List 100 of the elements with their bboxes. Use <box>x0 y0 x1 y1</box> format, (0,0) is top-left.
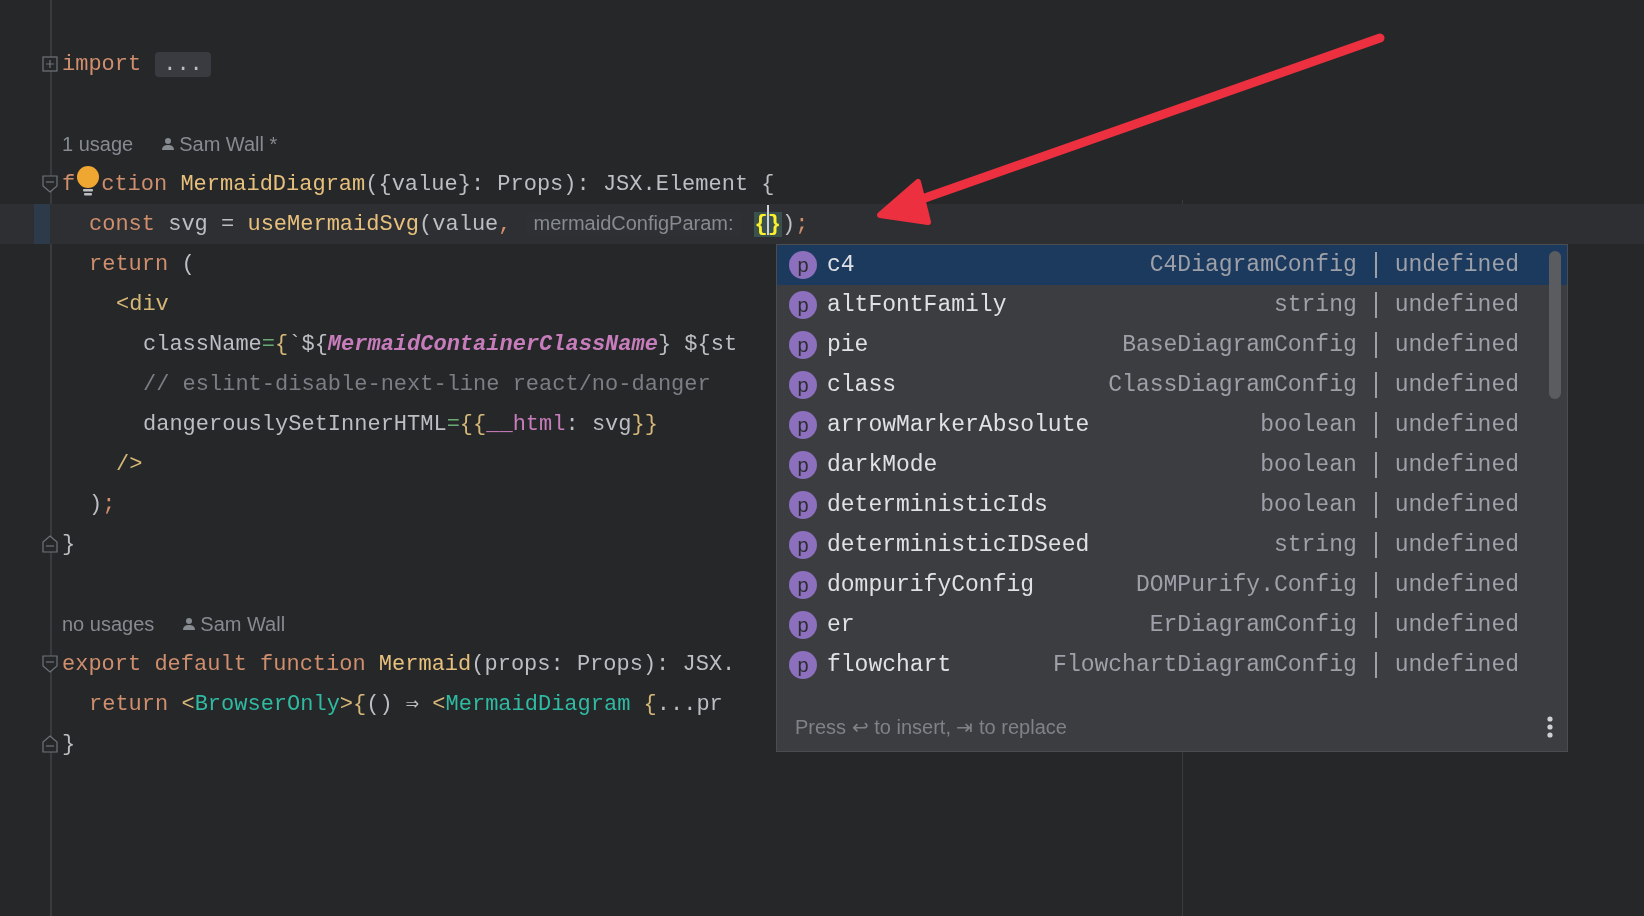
scrollbar[interactable] <box>1549 251 1561 399</box>
property-type: boolean <box>1260 450 1357 480</box>
property-type: C4DiagramConfig <box>1149 250 1357 280</box>
property-type: undefined <box>1394 650 1519 680</box>
brace: { <box>353 691 367 717</box>
completion-item[interactable]: p dompurifyConfig DOMPurify.Config undefined <box>777 565 1567 605</box>
collapse-icon[interactable] <box>42 655 58 673</box>
code-text: } <box>62 531 76 557</box>
code-text: svg = <box>167 211 236 237</box>
property-type: ClassDiagramConfig <box>1108 370 1357 400</box>
property-type: FlowchartDiagramConfig <box>1053 650 1357 680</box>
author-name[interactable]: Sam Wall <box>200 609 286 639</box>
brace: { <box>642 691 657 717</box>
property-kind-badge: p <box>789 411 817 439</box>
property-name: deterministicIDSeed <box>827 530 1090 560</box>
keyword: export default function <box>62 651 366 677</box>
keyword: ; <box>795 211 809 237</box>
property-kind-badge: p <box>789 611 817 639</box>
keyword: f <box>62 171 76 197</box>
property-type: undefined <box>1394 250 1519 280</box>
property-name: flowchart <box>827 650 952 680</box>
operator: = <box>446 411 460 437</box>
expand-icon[interactable] <box>42 56 58 72</box>
lightbulb-icon[interactable] <box>76 165 101 196</box>
code-text: dangerouslySetInnerHTML <box>143 411 447 437</box>
constant-name: MermaidContainerClassName <box>327 331 658 357</box>
keyword: ction <box>101 171 168 197</box>
keyword: return <box>89 691 169 717</box>
property-kind-badge: p <box>789 571 817 599</box>
property-name: class <box>827 370 896 400</box>
function-name: useMermaidSvg <box>247 211 420 237</box>
completion-hint: Press ↩ to insert, ⇥ to replace <box>795 715 1067 740</box>
collapse-icon[interactable] <box>42 735 58 753</box>
property-type: undefined <box>1394 530 1519 560</box>
property-type: string <box>1273 290 1357 320</box>
keyword: , <box>498 211 512 237</box>
jsx-tag: /> <box>116 451 143 477</box>
property-kind-badge: p <box>789 651 817 679</box>
function-name: Mermaid <box>377 651 472 677</box>
property-name: arrowMarkerAbsolute <box>827 410 1090 440</box>
code-text: } <box>62 731 76 757</box>
property-name: altFontFamily <box>827 290 1007 320</box>
jsx-tag: <div <box>116 291 169 317</box>
operator: = <box>261 331 276 357</box>
code-comment: // eslint-disable-next-line react/no-danger <box>143 371 711 397</box>
property-kind-badge: p <box>789 371 817 399</box>
completion-item[interactable]: p c4 C4DiagramConfig undefined <box>777 245 1567 285</box>
code-text: ) <box>782 211 796 237</box>
completion-item[interactable]: p class ClassDiagramConfig undefined <box>777 365 1567 405</box>
completion-item[interactable]: p flowchart FlowchartDiagramConfig undefined <box>777 645 1567 685</box>
jsx-tag: < <box>168 691 195 717</box>
completion-item[interactable]: p darkMode boolean undefined <box>777 445 1567 485</box>
completion-item[interactable]: p deterministicIDSeed string undefined <box>777 525 1567 565</box>
property-type: boolean <box>1260 490 1357 520</box>
property-kind-badge: p <box>789 451 817 479</box>
completion-item[interactable]: p er ErDiagramConfig undefined <box>777 605 1567 645</box>
property-name: dompurifyConfig <box>827 570 1035 600</box>
property-type: undefined <box>1394 490 1519 520</box>
component-name: BrowserOnly <box>194 691 340 717</box>
property-name: c4 <box>827 250 855 280</box>
property-kind-badge: p <box>789 491 817 519</box>
completion-item[interactable]: p deterministicIds boolean undefined <box>777 485 1567 525</box>
component-name: MermaidDiagram <box>445 691 631 717</box>
person-icon <box>182 617 197 631</box>
property-type: DOMPurify.Config <box>1135 570 1357 600</box>
property-kind-badge: p <box>789 331 817 359</box>
collapse-icon[interactable] <box>42 535 58 553</box>
property-type: boolean <box>1260 410 1357 440</box>
usage-count[interactable]: 1 usage <box>62 129 134 159</box>
property-kind-badge: p <box>789 291 817 319</box>
usage-count[interactable]: no usages <box>62 609 155 639</box>
completion-item[interactable]: p pie BaseDiagramConfig undefined <box>777 325 1567 365</box>
keyword: return <box>89 251 169 277</box>
code-text: () ⇒ <box>366 691 421 717</box>
brace: }} <box>631 411 658 437</box>
property-type: undefined <box>1394 450 1519 480</box>
author-name[interactable]: Sam Wall * <box>179 129 278 159</box>
keyword: import <box>62 51 142 77</box>
folded-code[interactable]: ... <box>155 51 211 77</box>
code-text: `${ <box>288 331 328 357</box>
code-text: ({value}: Props): JSX.Element { <box>365 171 775 197</box>
code-text: (props: Props): JSX. <box>471 651 736 677</box>
completion-item[interactable]: p altFontFamily string undefined <box>777 285 1567 325</box>
collapse-icon[interactable] <box>42 175 58 193</box>
property-type: undefined <box>1394 570 1519 600</box>
property-type: undefined <box>1394 610 1519 640</box>
property-name: __html <box>486 411 566 437</box>
property-type: string <box>1273 530 1357 560</box>
code-text: ( <box>180 251 195 277</box>
completion-item[interactable]: p arrowMarkerAbsolute boolean undefined <box>777 405 1567 445</box>
more-icon[interactable] <box>1547 716 1553 738</box>
property-name: er <box>827 610 855 640</box>
code-text: ...pr <box>656 691 723 717</box>
keyword: const <box>89 211 155 237</box>
keyword: ; <box>102 491 116 517</box>
property-name: darkMode <box>827 450 938 480</box>
property-type: undefined <box>1394 370 1519 400</box>
function-name: MermaidDiagram <box>179 171 366 197</box>
property-type: undefined <box>1394 330 1519 360</box>
jsx-tag: > <box>339 691 354 717</box>
